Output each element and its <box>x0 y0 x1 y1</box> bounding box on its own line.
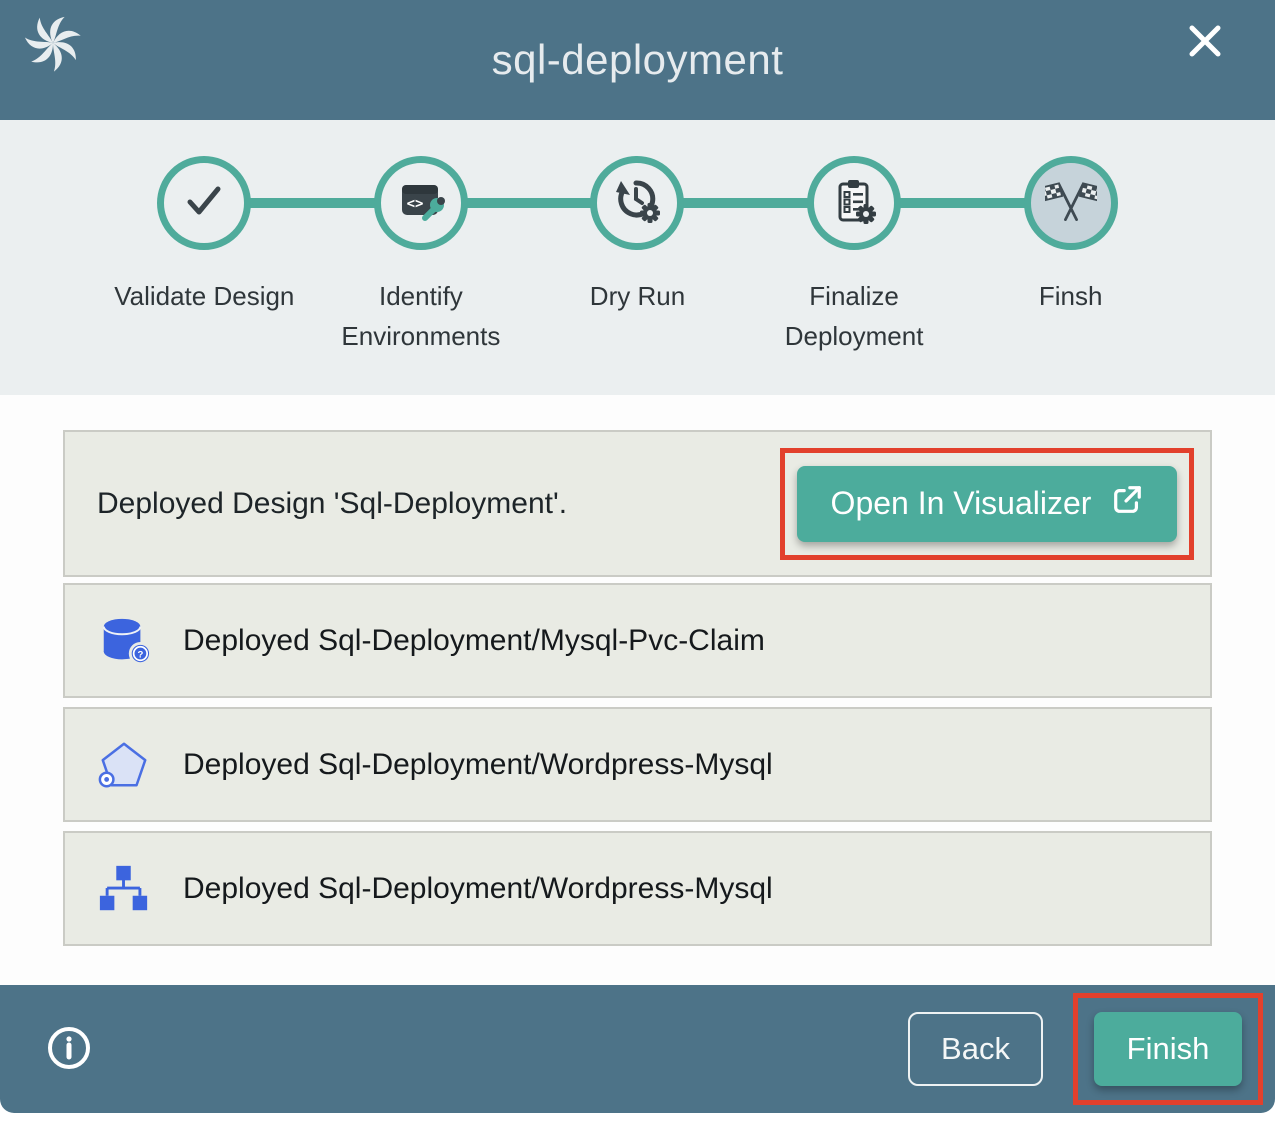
back-button[interactable]: Back <box>908 1012 1043 1086</box>
dry-run-icon <box>613 177 661 230</box>
open-in-visualizer-button[interactable]: Open In Visualizer <box>797 466 1177 542</box>
dialog-header: sql-deployment <box>0 0 1275 120</box>
deployed-item-row: ? Deployed Sql-Deployment/Mysql-Pvc-Clai… <box>63 583 1212 698</box>
annotation-finish: Finish <box>1073 993 1263 1105</box>
info-icon <box>45 1060 93 1075</box>
annotation-open-visualizer: Open In Visualizer <box>780 448 1194 560</box>
code-config-icon: <> <box>397 177 445 230</box>
step-label: Dry Run <box>590 276 685 316</box>
close-icon <box>1183 19 1227 66</box>
database-icon: ? <box>97 614 151 668</box>
results-panel: Deployed Design 'Sql-Deployment'. Open I… <box>0 395 1275 985</box>
step-circle <box>590 156 684 250</box>
step-dry-run[interactable]: Dry Run <box>529 156 746 356</box>
step-label: Validate Design <box>114 276 294 316</box>
deployed-item-text: Deployed Sql-Deployment/Wordpress-Mysql <box>183 872 773 906</box>
dialog-footer: Back Finish <box>0 985 1275 1113</box>
tree-icon <box>97 862 151 916</box>
check-icon <box>180 177 228 230</box>
svg-text:<>: <> <box>406 196 423 212</box>
deployment-wizard-dialog: sql-deployment Vali <box>0 0 1275 1113</box>
deployed-design-message: Deployed Design 'Sql-Deployment'. <box>97 487 567 521</box>
step-validate-design[interactable]: Validate Design <box>96 156 313 356</box>
step-identify-environments[interactable]: <> Identify Environments <box>313 156 530 356</box>
step-label: Finalize Deployment <box>762 276 947 356</box>
deployed-item-row: Deployed Sql-Deployment/Wordpress-Mysql <box>63 707 1212 822</box>
step-label: Identify Environments <box>328 276 513 356</box>
step-circle: <> <box>374 156 468 250</box>
pentagon-icon <box>97 738 151 792</box>
external-link-icon <box>1111 484 1143 524</box>
step-circle <box>157 156 251 250</box>
step-circle <box>807 156 901 250</box>
step-finish[interactable]: Finsh <box>962 156 1179 356</box>
finish-button[interactable]: Finish <box>1094 1012 1242 1086</box>
wizard-stepper: Validate Design <> Ide <box>0 120 1275 395</box>
close-button[interactable] <box>1181 18 1229 66</box>
finish-flags-icon <box>1045 177 1097 230</box>
deployed-design-row: Deployed Design 'Sql-Deployment'. Open I… <box>63 430 1212 577</box>
svg-text:?: ? <box>137 649 143 660</box>
deployed-item-row: Deployed Sql-Deployment/Wordpress-Mysql <box>63 831 1212 946</box>
info-button[interactable] <box>44 1024 94 1074</box>
clipboard-gear-icon <box>830 177 878 230</box>
open-in-visualizer-label: Open In Visualizer <box>831 485 1092 522</box>
step-finalize-deployment[interactable]: Finalize Deployment <box>746 156 963 356</box>
deployed-item-text: Deployed Sql-Deployment/Wordpress-Mysql <box>183 748 773 782</box>
deployed-item-text: Deployed Sql-Deployment/Mysql-Pvc-Claim <box>183 624 765 658</box>
meshery-logo-icon <box>22 12 84 74</box>
dialog-title: sql-deployment <box>0 36 1275 84</box>
step-circle-active <box>1024 156 1118 250</box>
step-label: Finsh <box>1039 276 1103 316</box>
